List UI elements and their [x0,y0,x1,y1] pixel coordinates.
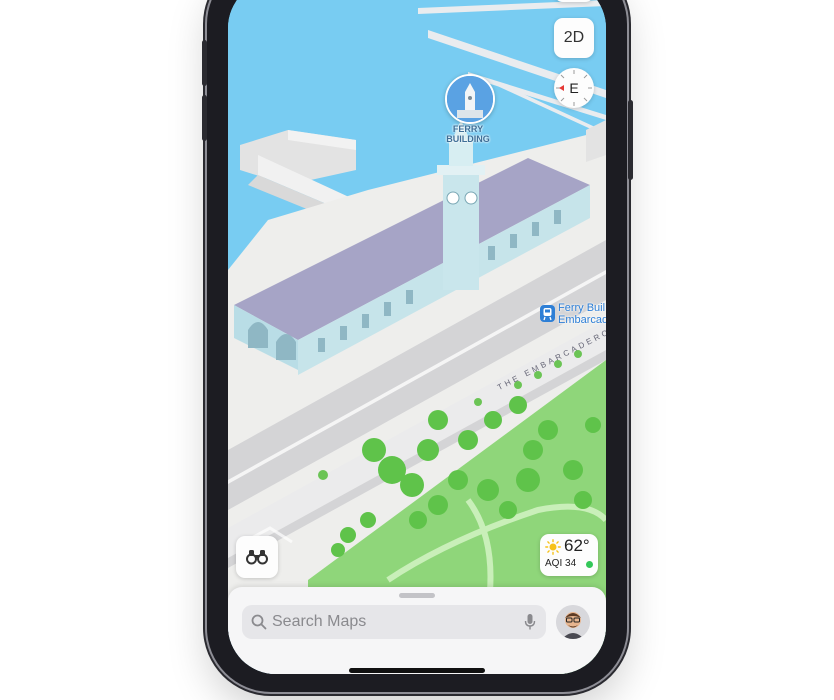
aqi-status-dot [586,561,593,568]
phone-side-button [628,100,633,180]
weather-temperature: 62° [564,536,590,555]
transit-stop-line1: Ferry Buil [558,302,606,314]
sun-icon [545,539,561,555]
phone-side-button [202,40,207,86]
transit-stop-line2: Embarcad [558,314,606,326]
view-mode-label: 2D [563,29,585,46]
maps-screen: 2D E FERRY BUILDING Ferry Buil Embarcad … [228,0,606,674]
search-sheet[interactable]: Search Maps [228,587,606,674]
ferry-building-label: FERRY BUILDING [438,124,498,144]
train-glyph [543,308,552,321]
train-icon[interactable] [540,305,555,322]
search-field[interactable]: Search Maps [242,605,546,639]
phone-side-button [202,95,207,141]
look-around-button[interactable] [236,536,278,578]
compass-heading: E [569,80,579,96]
ferry-building-label-line2: BUILDING [446,134,490,144]
home-indicator [349,668,485,673]
search-icon [251,614,267,630]
transit-stop-label[interactable]: Ferry Buil Embarcad [558,302,606,326]
compass-button[interactable]: E [554,68,594,108]
weather-widget[interactable]: 62° AQI 34 [540,534,598,576]
ferry-building-pin[interactable] [445,74,495,124]
binoculars-icon [246,550,268,565]
account-avatar[interactable] [556,605,590,639]
ferry-building-icon [447,76,493,122]
view-mode-2d-button[interactable]: 2D [554,18,594,58]
air-quality-index: AQI 34 [545,558,577,569]
ferry-building-label-line1: FERRY [452,124,484,134]
sheet-grabber[interactable] [399,593,435,598]
search-input[interactable]: Search Maps [272,613,366,631]
microphone-icon[interactable] [524,613,536,631]
memoji-avatar-icon [556,605,590,639]
